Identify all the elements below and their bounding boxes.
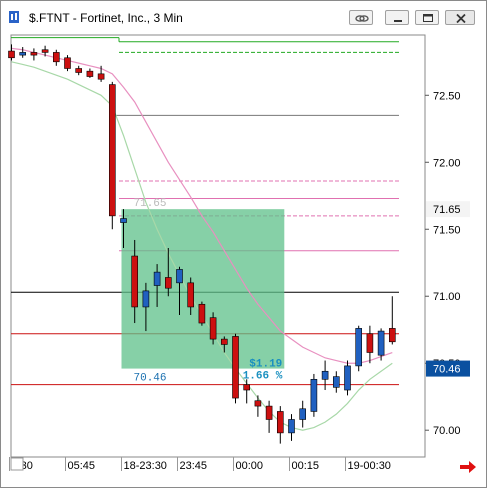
candle-body (243, 384, 250, 391)
candle-body (377, 330, 385, 356)
candle-body (209, 317, 217, 340)
candle-body (131, 255, 138, 308)
y-tick-label: 71.50 (433, 224, 461, 236)
close-button[interactable] (445, 10, 475, 25)
y-tick-label: 72.50 (433, 90, 461, 102)
range-percent-label: 1.66 % (243, 371, 283, 383)
x-tick-label: 23:45 (180, 460, 208, 472)
candle-body (221, 338, 228, 345)
range-change-label: $1.19 (249, 359, 282, 371)
candle-body (344, 365, 351, 391)
candle-body (142, 290, 150, 308)
candle-body (288, 419, 295, 434)
candle (344, 360, 351, 396)
candle (355, 325, 363, 372)
candle-body (310, 378, 318, 412)
range-high-label: 71.65 (134, 198, 167, 210)
chart-app-icon (9, 11, 19, 23)
candle (310, 373, 318, 417)
candle (232, 333, 239, 404)
minimize-button[interactable] (385, 10, 409, 25)
candle-body (355, 328, 363, 367)
title-bar[interactable]: $.FTNT - Fortinet, Inc., 3 Min (1, 1, 486, 31)
candle-body (366, 333, 374, 353)
candle-body (86, 70, 94, 77)
x-tick-label: 19-00:30 (348, 460, 391, 472)
link-icon (355, 15, 369, 22)
restore-icon (423, 14, 433, 22)
candle-body (41, 49, 49, 53)
minimize-icon (394, 20, 402, 22)
x-tick-label: 00:15 (292, 460, 320, 472)
candle-body (153, 271, 161, 286)
candle-body (19, 52, 27, 56)
candle-body (97, 73, 105, 80)
candle-body (165, 277, 172, 289)
scroll-right-arrow-icon[interactable] (459, 459, 477, 475)
link-button[interactable] (349, 10, 373, 25)
x-tick-label: 00:00 (236, 460, 264, 472)
candle-body (120, 218, 127, 223)
candle-body (276, 411, 284, 434)
candle-body (332, 376, 340, 388)
y-tick-label: 71.00 (433, 291, 461, 303)
candle-body (388, 328, 396, 343)
x-tick-label: 18-23:30 (124, 460, 167, 472)
candle (198, 301, 206, 326)
candle-body (109, 84, 116, 217)
candle-body (176, 269, 183, 284)
candle-body (265, 405, 273, 420)
candle-body (198, 303, 206, 324)
x-tick-label: 05:45 (68, 460, 96, 472)
candle-body (64, 57, 71, 69)
chart-window: $.FTNT - Fortinet, Inc., 3 Min 71.65 70.4… (0, 0, 487, 488)
candle-body (30, 52, 38, 56)
candle-body (8, 50, 15, 59)
candle (109, 81, 116, 230)
range-low-label: 70.46 (134, 373, 167, 385)
price-tag-label: 70.46 (433, 364, 461, 376)
candle-body (254, 400, 262, 407)
close-icon (456, 13, 466, 24)
candle-body (52, 52, 60, 63)
price-tag-label: 71.65 (433, 204, 461, 216)
candle-body (232, 336, 239, 399)
candle (64, 55, 71, 72)
y-tick-label: 72.00 (433, 157, 461, 169)
restore-button[interactable] (415, 10, 439, 25)
price-chart[interactable]: 71.65 70.46 $1.191.66 % 72.50 72.00 71.50 71.0… (1, 31, 486, 479)
y-tick-label: 70.00 (433, 425, 461, 437)
scroll-left-box (10, 457, 24, 471)
candle-body (75, 68, 82, 73)
candle-body (299, 408, 307, 420)
window-title: $.FTNT - Fortinet, Inc., 3 Min (29, 11, 183, 25)
candle-body (187, 282, 194, 308)
candle-body (321, 370, 329, 380)
